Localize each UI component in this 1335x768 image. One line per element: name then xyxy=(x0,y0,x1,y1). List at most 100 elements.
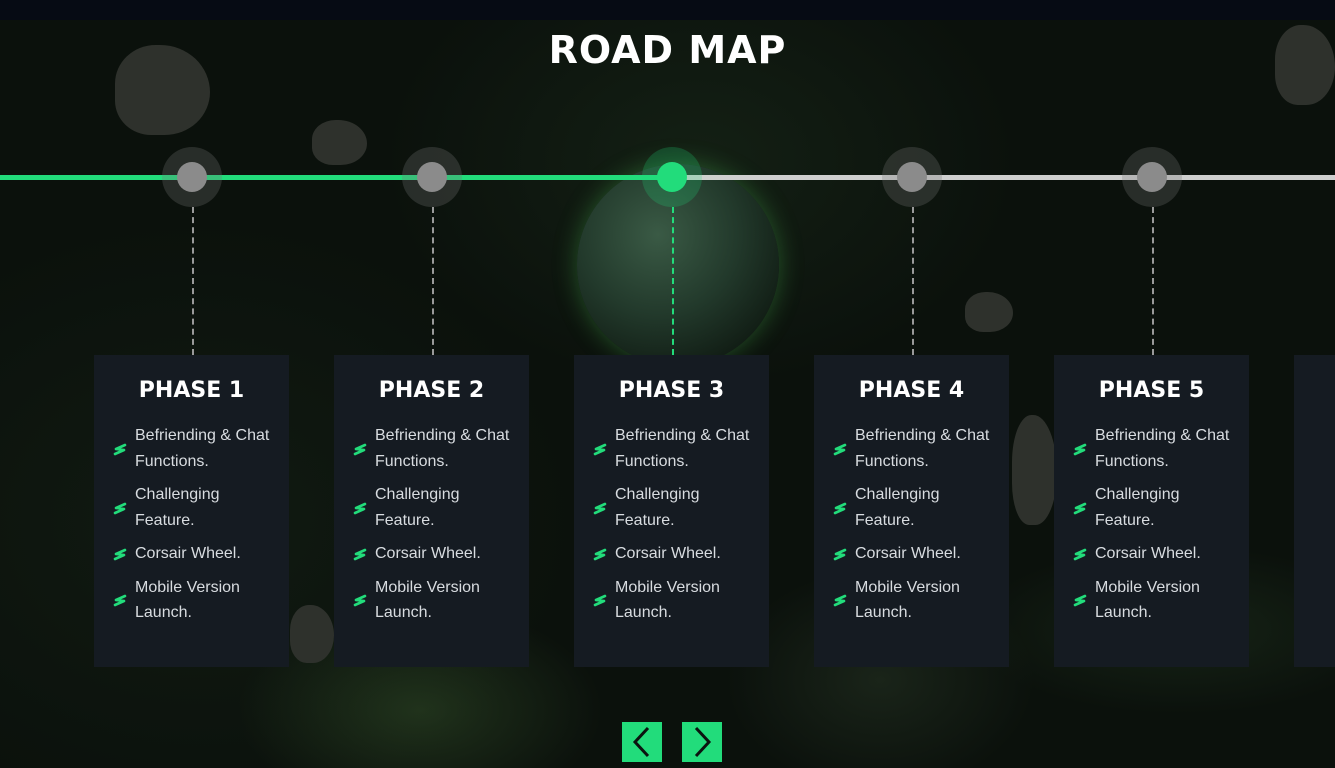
bullet-icon xyxy=(592,441,608,457)
phase-feature-list: Befriending & Chat Functions. Challenging… xyxy=(592,423,761,634)
phase-feature-text: Mobile Version Launch. xyxy=(1095,578,1200,622)
phase-title: PHASE 5 xyxy=(1098,378,1205,403)
phase-feature-list: Befriending & Chat Functions. Challenging… xyxy=(112,423,281,634)
asteroid-decoration xyxy=(290,605,334,663)
bullet-icon xyxy=(352,546,368,562)
phase-card: PHASE 3 Befriending & Chat Functions. Chal… xyxy=(574,355,769,667)
phase-feature-text: Corsair Wheel. xyxy=(615,545,721,562)
phase-feature-text: Challenging Feature. xyxy=(1095,486,1180,529)
phase-feature-list: Befriending & Chat Functions. Challenging… xyxy=(1072,423,1241,634)
phase-feature-text: Challenging Feature. xyxy=(855,486,940,529)
bullet-icon xyxy=(592,592,608,608)
phase-feature-text: Befriending & Chat Functions. xyxy=(375,427,510,470)
phase-feature-text: Mobile Version Launch. xyxy=(375,578,480,622)
next-button[interactable] xyxy=(682,722,722,762)
timeline-node-dot xyxy=(177,162,207,192)
phase-card: PHASE 4 Befriending & Chat Functions. Chal… xyxy=(814,355,1009,667)
phase-feature-text: Mobile Version Launch. xyxy=(855,578,960,622)
phase-title: PHASE 3 xyxy=(618,378,725,403)
phase-card: PHASE 1 Befriending & Chat Functions. Chal… xyxy=(94,355,289,667)
phase-feature-item: Corsair Wheel. xyxy=(112,541,281,567)
phase-feature-text: Mobile Version Launch. xyxy=(615,578,720,622)
bullet-icon xyxy=(1072,500,1088,516)
timeline-progress-line xyxy=(0,175,672,180)
phase-feature-text: Befriending & Chat Functions. xyxy=(1095,427,1230,470)
phase-feature-item: Challenging Feature. xyxy=(112,482,281,533)
phase-feature-item: Befriending & Chat Functions. xyxy=(112,423,281,474)
bullet-icon xyxy=(1072,441,1088,457)
phase-feature-text: Befriending & Chat Functions. xyxy=(855,427,990,470)
phase-feature-text: Corsair Wheel. xyxy=(1095,545,1201,562)
bullet-icon xyxy=(592,500,608,516)
phase-feature-item: Befriending & Chat Functions. xyxy=(592,423,761,474)
phase-feature-text: Befriending & Chat Functions. xyxy=(135,427,270,470)
phase-feature-item: Corsair Wheel. xyxy=(352,541,521,567)
phase-feature-item: Befriending & Chat Functions. xyxy=(352,423,521,474)
timeline-node[interactable] xyxy=(1122,147,1182,207)
timeline-node-dot xyxy=(417,162,447,192)
timeline-node[interactable] xyxy=(162,147,222,207)
timeline-node[interactable] xyxy=(882,147,942,207)
phase-feature-item: Challenging Feature. xyxy=(592,482,761,533)
bullet-icon xyxy=(1072,592,1088,608)
bullet-icon xyxy=(592,546,608,562)
phase-feature-item: Befriending & Chat Functions. xyxy=(1072,423,1241,474)
bullet-icon xyxy=(832,592,848,608)
phase-feature-list: Befriending & Chat Functions. Challenging… xyxy=(352,423,521,634)
timeline-connector xyxy=(1152,207,1154,355)
bullet-icon xyxy=(112,500,128,516)
timeline-remaining-line xyxy=(672,175,1335,180)
timeline-connector xyxy=(672,207,674,355)
phase-feature-item: Corsair Wheel. xyxy=(1072,541,1241,567)
phase-feature-item: Corsair Wheel. xyxy=(832,541,1001,567)
asteroid-decoration xyxy=(1012,415,1057,525)
bullet-icon xyxy=(832,500,848,516)
phase-feature-text: Challenging Feature. xyxy=(375,486,460,529)
asteroid-decoration xyxy=(312,120,367,165)
bullet-icon xyxy=(112,546,128,562)
timeline-node[interactable] xyxy=(402,147,462,207)
page-title: ROAD MAP xyxy=(548,28,787,72)
phase-card-partial xyxy=(1294,355,1335,667)
timeline-connector xyxy=(432,207,434,355)
bullet-icon xyxy=(352,500,368,516)
phase-feature-text: Befriending & Chat Functions. xyxy=(615,427,750,470)
timeline-connector xyxy=(192,207,194,355)
phase-feature-item: Mobile Version Launch. xyxy=(112,575,281,626)
phase-card: PHASE 2 Befriending & Chat Functions. Chal… xyxy=(334,355,529,667)
bullet-icon xyxy=(112,592,128,608)
bullet-icon xyxy=(1072,546,1088,562)
bullet-icon xyxy=(352,441,368,457)
timeline-node[interactable] xyxy=(642,147,702,207)
phase-title: PHASE 4 xyxy=(858,378,965,403)
asteroid-decoration xyxy=(965,292,1013,332)
phase-feature-text: Corsair Wheel. xyxy=(135,545,241,562)
phase-feature-item: Challenging Feature. xyxy=(832,482,1001,533)
top-bar xyxy=(0,0,1335,20)
phase-feature-item: Mobile Version Launch. xyxy=(1072,575,1241,626)
bullet-icon xyxy=(112,441,128,457)
bullet-icon xyxy=(352,592,368,608)
phase-feature-item: Mobile Version Launch. xyxy=(352,575,521,626)
chevron-right-icon xyxy=(694,726,712,758)
phase-feature-text: Corsair Wheel. xyxy=(375,545,481,562)
timeline-node-dot xyxy=(657,162,687,192)
phase-feature-item: Mobile Version Launch. xyxy=(832,575,1001,626)
bullet-icon xyxy=(832,441,848,457)
phase-feature-item: Challenging Feature. xyxy=(352,482,521,533)
phase-feature-item: Mobile Version Launch. xyxy=(592,575,761,626)
phase-card: PHASE 5 Befriending & Chat Functions. Chal… xyxy=(1054,355,1249,667)
phase-feature-text: Mobile Version Launch. xyxy=(135,578,240,622)
phase-feature-item: Challenging Feature. xyxy=(1072,482,1241,533)
phase-title: PHASE 2 xyxy=(378,378,485,403)
phase-feature-text: Challenging Feature. xyxy=(135,486,220,529)
phase-feature-text: Corsair Wheel. xyxy=(855,545,961,562)
phase-feature-item: Corsair Wheel. xyxy=(592,541,761,567)
prev-button[interactable] xyxy=(622,722,662,762)
phase-title: PHASE 1 xyxy=(138,378,245,403)
phase-feature-list: Befriending & Chat Functions. Challenging… xyxy=(832,423,1001,634)
timeline-connector xyxy=(912,207,914,355)
chevron-left-icon xyxy=(632,726,650,758)
phase-feature-text: Challenging Feature. xyxy=(615,486,700,529)
timeline-node-dot xyxy=(1137,162,1167,192)
